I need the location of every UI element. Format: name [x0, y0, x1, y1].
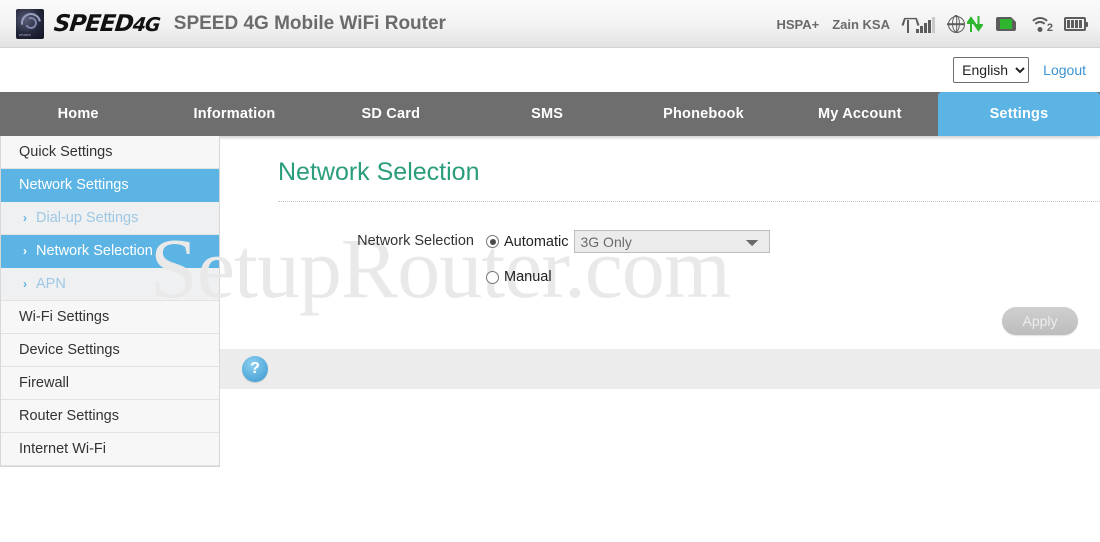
logo-badge-label: zhone — [19, 31, 31, 37]
sidebar-sub-label: Dial-up Settings — [36, 210, 139, 226]
network-selection-label: Network Selection — [357, 233, 474, 249]
wifi-client-count: 2 — [1046, 21, 1053, 34]
up-down-arrows-icon — [967, 15, 983, 33]
radio-automatic[interactable] — [486, 235, 499, 248]
carrier-label: Zain KSA — [832, 16, 890, 32]
nav-item-settings[interactable]: Settings — [937, 92, 1100, 136]
signal-bars-icon — [903, 15, 935, 33]
language-select[interactable]: English — [953, 57, 1030, 83]
sidebar-item-device-settings[interactable]: Device Settings — [1, 334, 219, 367]
sidebar-item-dial-up-settings[interactable]: › Dial-up Settings — [1, 202, 219, 235]
globe-data-transfer-icon — [948, 14, 983, 33]
sidebar-item-wifi-settings[interactable]: Wi-Fi Settings — [1, 301, 219, 334]
sub-header: English Logout — [0, 48, 1100, 92]
wifi-icon: 2 — [1029, 16, 1053, 34]
main-navigation: Home Information SD Card SMS Phonebook M… — [0, 92, 1100, 136]
nav-item-phonebook[interactable]: Phonebook — [625, 92, 781, 136]
apply-row: Apply — [278, 307, 1100, 335]
network-type-label: HSPA+ — [776, 16, 820, 32]
speed4g-logo-badge-icon: zhone — [16, 8, 45, 39]
settings-sidebar: Quick Settings Network Settings › Dial-u… — [0, 136, 220, 467]
apply-button[interactable]: Apply — [1002, 307, 1078, 335]
sidebar-sub-label: Network Selection — [36, 243, 153, 259]
page-body: Quick Settings Network Settings › Dial-u… — [0, 136, 1100, 467]
chevron-right-icon: › — [23, 244, 27, 258]
sidebar-item-network-settings[interactable]: Network Settings — [1, 169, 219, 202]
status-bar: HSPA+ Zain KSA 2 — [776, 0, 1088, 48]
logout-link[interactable]: Logout — [1043, 62, 1086, 78]
radio-line-automatic: Automatic 3G Only — [486, 230, 771, 253]
content-inner: Network Selection Network Selection Auto… — [220, 158, 1100, 389]
nav-item-sms[interactable]: SMS — [469, 92, 625, 136]
question-mark-help-icon[interactable]: ? — [242, 356, 268, 382]
globe-icon — [948, 14, 965, 33]
sidebar-item-internet-wifi[interactable]: Internet Wi-Fi — [1, 433, 219, 466]
radio-manual-label: Manual — [504, 269, 552, 285]
sidebar-item-quick-settings[interactable]: Quick Settings — [1, 136, 219, 169]
network-selection-radio-group: Automatic 3G Only Manual — [486, 230, 771, 285]
brand-logo: zhone SPEED4G — [16, 8, 161, 39]
antenna-icon — [903, 17, 914, 33]
nav-item-home[interactable]: Home — [0, 92, 156, 136]
nav-item-sd-card[interactable]: SD Card — [313, 92, 469, 136]
page-title: Network Selection — [278, 158, 480, 186]
logo-wordmark-speed: SPEED — [52, 10, 135, 37]
nav-item-my-account[interactable]: My Account — [782, 92, 938, 136]
logo-wordmark-4g: 4G — [131, 13, 161, 36]
sidebar-sub-label: APN — [36, 276, 66, 292]
content-area: Network Selection Network Selection Auto… — [220, 136, 1100, 389]
radio-automatic-label: Automatic — [504, 233, 569, 250]
radio-line-manual: Manual — [486, 269, 770, 285]
sidebar-item-network-selection[interactable]: › Network Selection — [1, 235, 219, 268]
app-header: zhone SPEED4G SPEED 4G Mobile WiFi Route… — [0, 0, 1100, 48]
sim-card-icon — [996, 17, 1016, 31]
network-selection-form-row: Network Selection Automatic 3G Only Manu… — [278, 230, 1100, 285]
logo-wordmark: SPEED4G — [53, 11, 161, 37]
sidebar-item-router-settings[interactable]: Router Settings — [1, 400, 219, 433]
app-title: SPEED 4G Mobile WiFi Router — [173, 12, 446, 34]
chevron-right-icon: › — [23, 277, 27, 291]
sidebar-item-firewall[interactable]: Firewall — [1, 367, 219, 400]
nav-item-information[interactable]: Information — [156, 92, 312, 136]
content-footer-bar: ? — [220, 349, 1100, 389]
sidebar-item-apn[interactable]: › APN — [1, 268, 219, 301]
radio-manual[interactable] — [486, 270, 499, 284]
battery-icon — [1064, 17, 1088, 31]
network-mode-select[interactable]: 3G Only — [574, 230, 771, 253]
chevron-right-icon: › — [23, 211, 27, 225]
title-divider — [278, 201, 1100, 202]
